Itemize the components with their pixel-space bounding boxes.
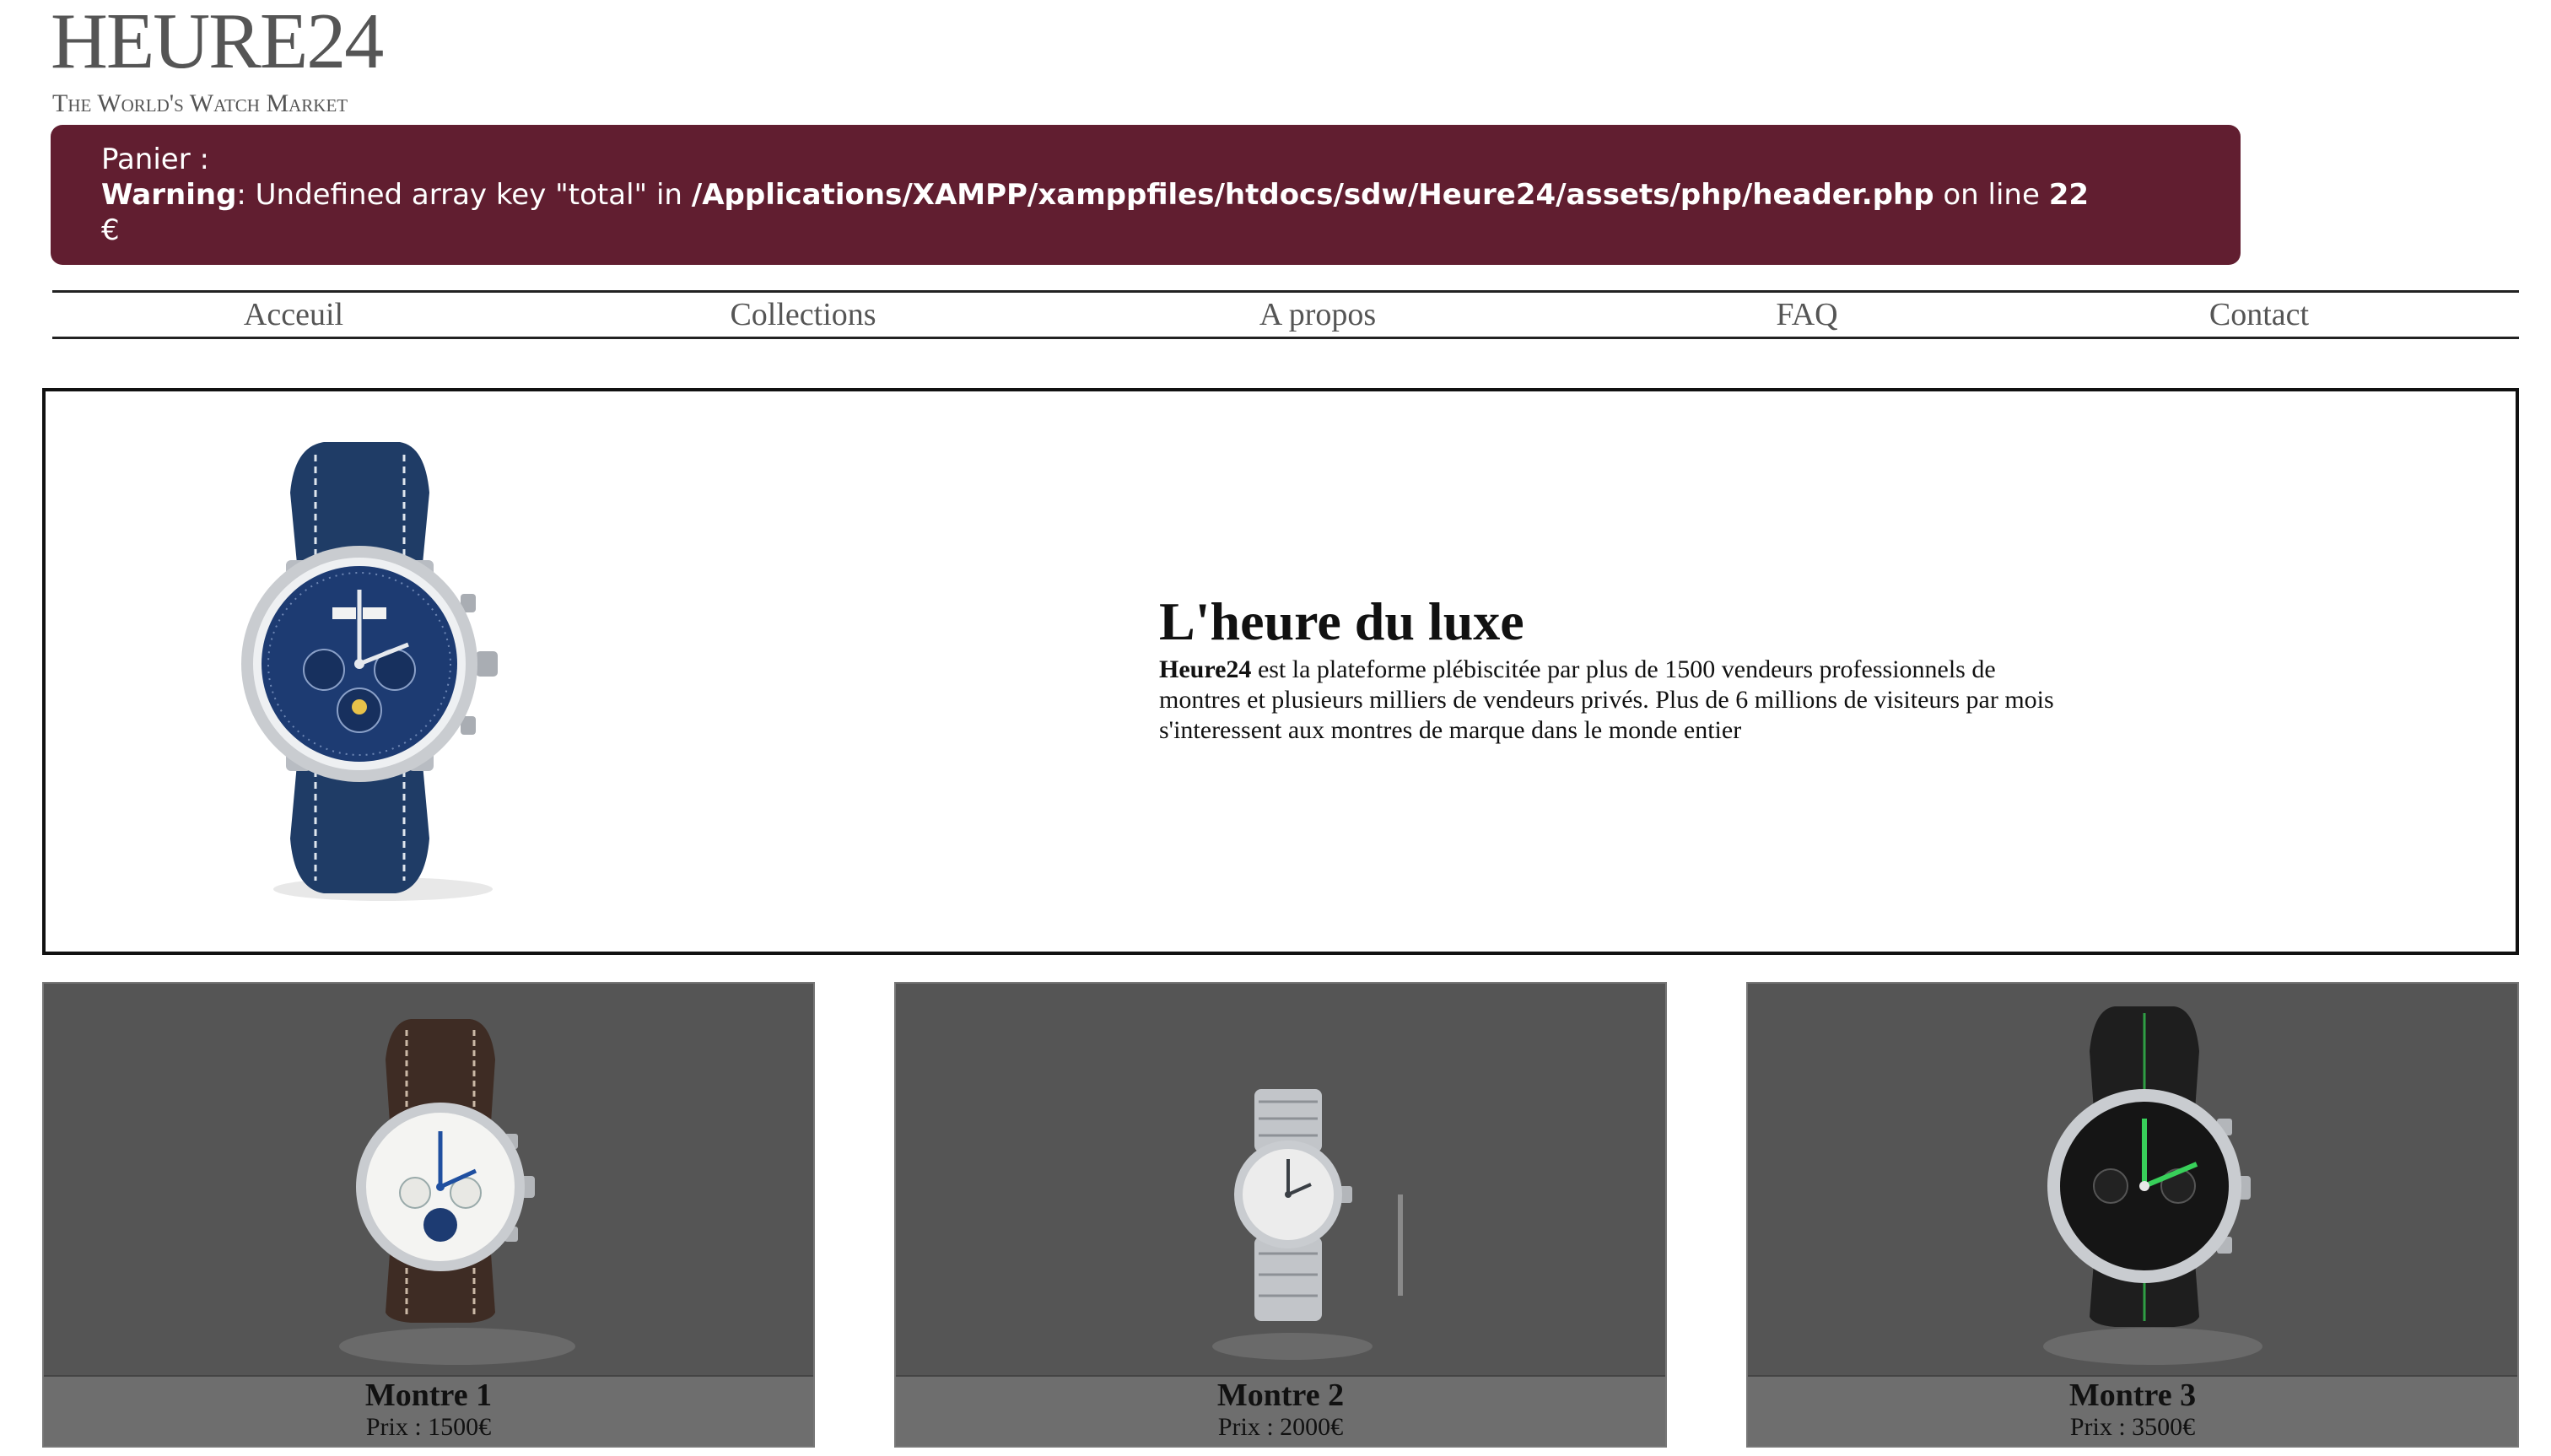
product-name[interactable]: Montre 2	[896, 1378, 1665, 1412]
hero-text: L'heure du luxe Heure24 est la plateform…	[1159, 591, 2070, 746]
product-name[interactable]: Montre 3	[1748, 1378, 2517, 1412]
hero-desc-text: est la plateforme plébiscitée par plus d…	[1159, 655, 2054, 745]
cart-label[interactable]: Panier :	[101, 142, 2241, 177]
hero-watch-image	[241, 442, 498, 901]
product-caption: Montre 1 Prix : 1500€	[44, 1375, 813, 1446]
nav-item-faq[interactable]: FAQ	[1776, 296, 1837, 333]
warning-path: /Applications/XAMPP/xamppfiles/htdocs/sd…	[691, 178, 1934, 212]
product-price: Prix : 1500€	[365, 1413, 492, 1441]
site-logo[interactable]: HEURE24	[51, 2, 384, 81]
cart-panel: Panier : Warning: Undefined array key "t…	[51, 125, 2241, 265]
nav-item-contact[interactable]: Contact	[2209, 296, 2309, 333]
product-image-montre-2[interactable]	[896, 984, 1665, 1377]
warning-label: Warning	[101, 178, 237, 212]
hero-brand: Heure24	[1159, 655, 1252, 684]
product-image-montre-3[interactable]	[1748, 984, 2517, 1377]
nav-item-collections[interactable]: Collections	[730, 296, 876, 333]
product-caption: Montre 2 Prix : 2000€	[896, 1375, 1665, 1446]
hero-banner: L'heure du luxe Heure24 est la plateform…	[42, 388, 2519, 955]
product-caption: Montre 3 Prix : 3500€	[1748, 1375, 2517, 1446]
product-card[interactable]: Montre 3 Prix : 3500€	[1746, 982, 2519, 1448]
product-card[interactable]: Montre 1 Prix : 1500€	[42, 982, 815, 1448]
nav-item-accueil[interactable]: Acceuil	[244, 296, 343, 333]
php-warning: Warning: Undefined array key "total" in …	[101, 177, 2241, 213]
warning-line: 22	[2048, 178, 2090, 212]
hero-title: L'heure du luxe	[1159, 591, 1524, 651]
product-name[interactable]: Montre 1	[44, 1378, 813, 1412]
warning-online: on line	[1933, 178, 2049, 212]
product-price: Prix : 2000€	[1217, 1413, 1344, 1441]
hero-description: Heure24 est la plateforme plébiscitée pa…	[1159, 655, 2070, 746]
product-image-montre-1[interactable]	[44, 984, 813, 1377]
main-nav: Acceuil Collections A propos FAQ Contact	[52, 290, 2519, 339]
cart-currency: €	[101, 213, 120, 247]
nav-item-a-propos[interactable]: A propos	[1259, 296, 1376, 333]
site-tagline: The World's Watch Market	[52, 89, 348, 117]
product-price: Prix : 3500€	[2069, 1413, 2196, 1441]
warning-text: : Undefined array key "total" in	[236, 178, 692, 212]
product-card[interactable]: Montre 2 Prix : 2000€	[894, 982, 1667, 1448]
